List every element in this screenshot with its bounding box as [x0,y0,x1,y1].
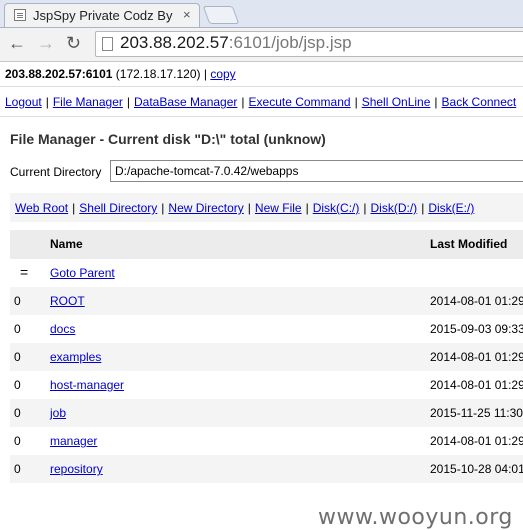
file-actions: Web Root | Shell Directory | New Directory | N… [15,201,474,215]
table-header: Name Last Modified [10,230,523,259]
browser-toolbar: ← → ↻ 203.88.202.57:6101/job/jsp.jsp [0,28,523,62]
column-last-modified: Last Modified [430,237,508,251]
action-link-disk-d[interactable]: Disk(D:/) [371,201,418,215]
table-row: 0 ROOT 2014-08-01 01:29 [10,287,523,315]
menu-divider: | [241,95,245,109]
current-directory-input[interactable] [110,160,523,182]
directory-symbol: 0 [14,462,21,476]
directory-symbol: 0 [14,350,21,364]
menu-link-logout[interactable]: Logout [5,95,42,109]
host-address: 203.88.202.57:6101 [5,67,113,81]
last-modified: 2014-08-01 01:29 [430,350,523,364]
directory-link[interactable]: host-manager [50,378,124,392]
last-modified: 2015-09-03 09:33 [430,322,523,336]
directory-symbol: 0 [14,378,21,392]
last-modified: 2014-08-01 01:29 [430,434,523,448]
directory-link[interactable]: job [50,406,66,420]
file-actions-bar: Web Root | Shell Directory | New Directory | N… [10,193,523,222]
tab-title: JspSpy Private Codz By [33,8,173,23]
action-link-disk-e[interactable]: Disk(E:/) [428,201,474,215]
tab-strip: JspSpy Private Codz By × [0,0,523,28]
menu-divider: | [354,95,358,109]
table-row: 0 manager 2014-08-01 01:29 [10,427,523,455]
table-row: 0 docs 2015-09-03 09:33 [10,315,523,343]
tab-close-icon[interactable]: × [183,7,191,22]
divider [0,86,523,87]
divider [0,116,523,117]
new-tab-button[interactable] [202,6,240,24]
browser-tab[interactable]: JspSpy Private Codz By × [4,3,200,27]
directory-symbol: 0 [14,294,21,308]
table-row: 0 host-manager 2014-08-01 01:29 [10,371,523,399]
action-link-disk-c[interactable]: Disk(C:/) [313,201,360,215]
menu-link-shell-online[interactable]: Shell OnLine [362,95,431,109]
menu-link-file-manager[interactable]: File Manager [53,95,123,109]
action-divider: | [421,201,425,215]
directory-link[interactable]: docs [50,322,75,336]
last-modified: 2015-11-25 11:30 [430,406,523,420]
directory-link[interactable]: examples [50,350,101,364]
file-table: Name Last Modified = Goto Parent 0 ROOT 20… [10,230,523,483]
copy-link[interactable]: copy [210,67,235,81]
forward-arrow-icon[interactable]: → [37,33,55,54]
url-text: 203.88.202.57:6101/job/jsp.jsp [120,33,352,52]
watermark: www.wooyun.org [318,505,513,530]
goto-parent-link[interactable]: Goto Parent [50,266,115,280]
action-divider: | [363,201,367,215]
table-row: 0 examples 2014-08-01 01:29 [10,343,523,371]
last-modified: 2014-08-01 01:29 [430,378,523,392]
directory-symbol: 0 [14,434,21,448]
menu-divider: | [45,95,49,109]
action-divider: | [247,201,251,215]
menu-divider: | [126,95,130,109]
page-content: 203.88.202.57:6101 (172.18.17.120) | cop… [0,62,523,530]
page-title: File Manager - Current disk "D:\" total … [10,131,326,147]
directory-link[interactable]: manager [50,434,97,448]
column-name: Name [50,237,83,251]
reload-icon[interactable]: ↻ [66,33,81,54]
host-ip: (172.18.17.120) [115,67,201,81]
action-link-new-file[interactable]: New File [255,201,302,215]
action-divider: | [72,201,76,215]
action-divider: | [305,201,309,215]
last-modified: 2014-08-01 01:29 [430,294,523,308]
menu-link-database-manager[interactable]: DataBase Manager [134,95,237,109]
directory-link[interactable]: ROOT [50,294,85,308]
address-bar[interactable]: 203.88.202.57:6101/job/jsp.jsp [95,31,523,57]
action-link-shell-directory[interactable]: Shell Directory [79,201,157,215]
page-favicon-icon [14,9,26,21]
back-arrow-icon[interactable]: ← [8,33,26,54]
main-menu: Logout | File Manager | DataBase Manager | Exe… [5,95,516,109]
action-link-new-directory[interactable]: New Directory [168,201,243,215]
table-row-parent: = Goto Parent [10,259,523,287]
table-row: 0 repository 2015-10-28 04:01 [10,455,523,483]
action-link-web-root[interactable]: Web Root [15,201,68,215]
menu-link-execute-command[interactable]: Execute Command [249,95,351,109]
menu-link-back-connect[interactable]: Back Connect [442,95,517,109]
last-modified: 2015-10-28 04:01 [430,462,523,476]
page-icon [102,37,113,51]
directory-link[interactable]: repository [50,462,103,476]
directory-symbol: 0 [14,322,21,336]
menu-divider: | [434,95,438,109]
action-divider: | [161,201,165,215]
current-directory-label: Current Directory [10,165,102,179]
parent-symbol: = [20,264,29,280]
host-info: 203.88.202.57:6101 (172.18.17.120) | cop… [5,67,236,81]
directory-symbol: 0 [14,406,21,420]
table-row: 0 job 2015-11-25 11:30 [10,399,523,427]
